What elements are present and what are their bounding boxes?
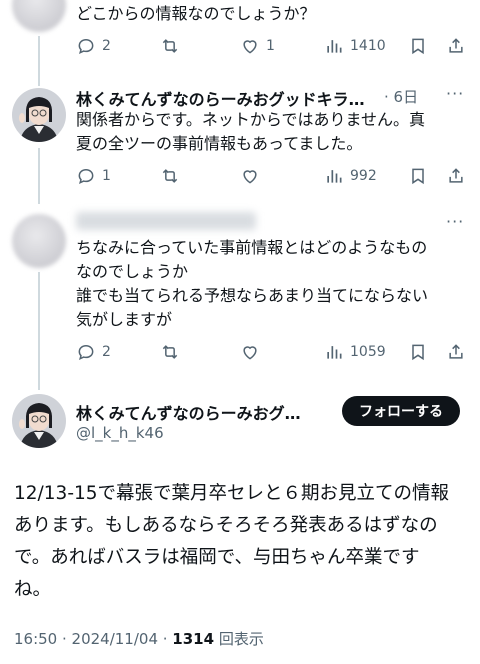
bookmark-button[interactable] xyxy=(408,34,428,58)
avatar-reply3[interactable] xyxy=(12,214,66,268)
more-icon[interactable]: ··· xyxy=(446,212,464,231)
reply-icon xyxy=(78,344,94,361)
views-label: 回表示 xyxy=(214,630,264,648)
reply-button[interactable]: 2 xyxy=(76,34,111,58)
follow-button[interactable]: フォローする xyxy=(342,396,460,426)
profile-photo xyxy=(12,394,66,448)
reply-button[interactable]: 2 xyxy=(76,340,111,364)
main-text-line2: あります。もしあるならそろそろ発表あるはずなの xyxy=(14,515,438,536)
reply-count: 2 xyxy=(102,38,111,54)
like-button[interactable] xyxy=(240,340,260,364)
reply3-text-line4: 気がしますが xyxy=(76,310,173,329)
like-button[interactable] xyxy=(240,164,260,188)
reply-icon xyxy=(78,168,94,185)
main-tweet-text: 12/13-15で幕張で葉月卒セレと６期お見立ての情報 あります。もしあるならそ… xyxy=(14,478,470,606)
reply2-text-line2: 夏の全ツーの事前情報もあってました。 xyxy=(76,134,363,153)
views-icon xyxy=(327,346,342,359)
retweet-button[interactable] xyxy=(160,34,180,58)
reply1-actions: 2 1 1410 xyxy=(76,34,468,58)
thread-line xyxy=(38,148,40,204)
main-text-line3: で。あればバスラは福岡で、与田ちゃん卒業です xyxy=(14,547,420,568)
share-icon xyxy=(449,344,463,359)
retweet-button[interactable] xyxy=(160,340,180,364)
like-icon xyxy=(243,346,257,360)
reply2-actions: 1 992 xyxy=(76,164,468,188)
reply2-text-line1: 関係者からです。ネットからではありません。真 xyxy=(76,110,425,129)
views-button[interactable]: 1410 xyxy=(324,34,386,58)
retweet-icon xyxy=(162,39,178,53)
share-icon xyxy=(449,168,463,183)
reply-button[interactable]: 1 xyxy=(76,164,111,188)
like-count: 1 xyxy=(266,38,275,54)
profile-photo xyxy=(12,88,66,142)
bookmark-button[interactable] xyxy=(408,164,428,188)
main-name[interactable]: 林くみてんずなのらーみおグ… xyxy=(76,400,301,424)
bookmark-icon xyxy=(412,168,424,185)
tweet-footer: 16:50 · 2024/11/04 · 1314 回表示 xyxy=(14,628,264,649)
share-button[interactable] xyxy=(446,164,466,188)
views-count: 1314 xyxy=(172,630,215,648)
retweet-icon xyxy=(162,345,178,359)
main-handle[interactable]: @l_k_h_k46 xyxy=(76,424,164,442)
reply-count: 2 xyxy=(102,344,111,360)
reply1-text: どこからの情報なのでしょうか？ xyxy=(76,4,316,23)
avatar-reply1[interactable] xyxy=(12,0,66,32)
share-button[interactable] xyxy=(446,340,466,364)
reply3-text-line3: 誰でも当てられる予想ならあまり当てにならない xyxy=(76,286,429,305)
views-icon xyxy=(327,40,342,53)
bookmark-button[interactable] xyxy=(408,340,428,364)
bookmark-icon xyxy=(412,38,424,55)
bookmark-icon xyxy=(412,344,424,361)
reply3-user-redacted[interactable] xyxy=(76,212,256,230)
like-icon xyxy=(243,40,257,54)
share-button[interactable] xyxy=(446,34,466,58)
like-icon xyxy=(243,170,257,184)
views-button[interactable]: 992 xyxy=(324,164,377,188)
tweet-timestamp[interactable]: 16:50 · 2024/11/04 · xyxy=(14,630,172,648)
views-count: 1410 xyxy=(350,38,386,54)
reply3-text-line2: なのでしょうか xyxy=(76,262,189,281)
retweet-icon xyxy=(162,169,178,183)
main-text-line1: 12/13-15で幕張で葉月卒セレと６期お見立ての情報 xyxy=(14,483,450,504)
views-count: 992 xyxy=(350,168,377,184)
avatar-reply2[interactable] xyxy=(12,88,66,142)
retweet-button[interactable] xyxy=(160,164,180,188)
thread-line xyxy=(38,272,40,390)
views-count: 1059 xyxy=(350,344,386,360)
main-text-line4: ね。 xyxy=(14,579,52,600)
reply3-actions: 2 1059 xyxy=(76,340,468,364)
reply3-text-line1: ちなみに合っていた事前情報とはどのようなもの xyxy=(76,238,428,257)
views-button[interactable]: 1059 xyxy=(324,340,386,364)
like-button[interactable]: 1 xyxy=(240,34,275,58)
thread-line xyxy=(38,36,40,86)
reply-icon xyxy=(78,38,94,55)
share-icon xyxy=(449,38,463,53)
reply-count: 1 xyxy=(102,168,111,184)
avatar-main[interactable] xyxy=(12,394,66,448)
more-icon[interactable]: ··· xyxy=(446,84,464,103)
views-icon xyxy=(327,170,342,183)
reply2-time[interactable]: · 6日 xyxy=(384,86,418,107)
